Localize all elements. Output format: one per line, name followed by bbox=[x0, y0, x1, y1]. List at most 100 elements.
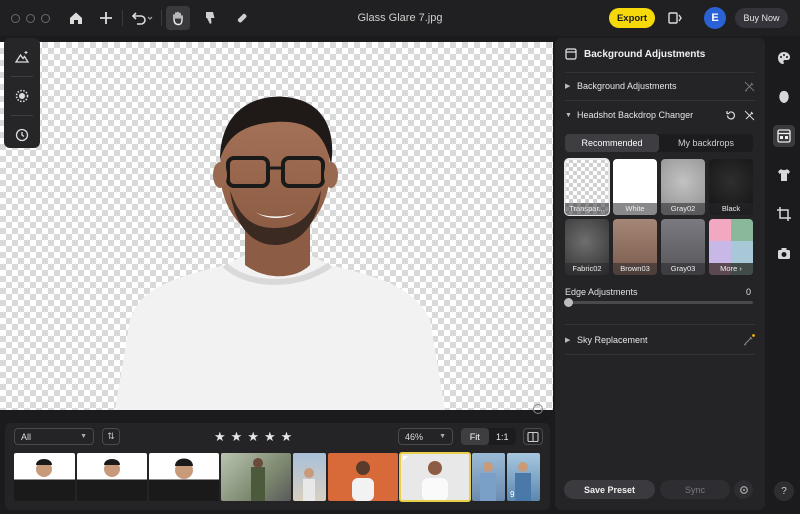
swatch-gray03[interactable]: Gray03 bbox=[661, 219, 705, 275]
help-button[interactable]: ? bbox=[774, 481, 794, 501]
chevron-down-icon: ▼ bbox=[80, 433, 87, 440]
photo-thumbnail-selected[interactable] bbox=[399, 452, 471, 502]
chevron-right-icon: ▶ bbox=[565, 337, 571, 344]
save-preset-button[interactable]: Save Preset bbox=[564, 480, 655, 499]
hand-tool-icon[interactable] bbox=[166, 6, 190, 30]
swatch-more[interactable]: More › bbox=[709, 219, 753, 275]
window-controls bbox=[11, 13, 50, 23]
section-sky-replacement[interactable]: ▶ Sky Replacement bbox=[565, 329, 755, 351]
chevron-right-icon: ▶ bbox=[565, 83, 571, 90]
buy-now-button[interactable]: Buy Now bbox=[735, 8, 788, 28]
photo-thumbnail-stack[interactable]: 9 bbox=[507, 453, 540, 501]
fit-button[interactable]: Fit bbox=[461, 428, 489, 445]
swatch-brown03[interactable]: Brown03 bbox=[613, 219, 657, 275]
zoom-dropdown[interactable]: 46% ▼ bbox=[398, 428, 453, 445]
swatch-label: White bbox=[613, 203, 657, 215]
minimize-window-button[interactable] bbox=[26, 13, 35, 23]
edge-adjustments-slider[interactable] bbox=[564, 298, 753, 307]
sync-button[interactable]: Sync bbox=[660, 480, 730, 499]
swatch-label: Transpar... bbox=[565, 203, 609, 215]
tab-my-backdrops[interactable]: My backdrops bbox=[659, 134, 753, 152]
swatch-transparent[interactable]: Transpar... bbox=[564, 158, 610, 216]
swatch-gray02[interactable]: Gray02 bbox=[661, 159, 705, 215]
swatch-label: Black bbox=[709, 203, 753, 215]
toolbar-divider bbox=[161, 10, 162, 26]
bandage-icon[interactable] bbox=[230, 6, 254, 30]
swatch-label: Gray03 bbox=[661, 263, 705, 275]
swatch-white[interactable]: White bbox=[613, 159, 657, 215]
section-headshot-backdrop[interactable]: ▼ Headshot Backdrop Changer bbox=[565, 104, 755, 126]
star-icon[interactable]: ★ bbox=[247, 428, 259, 445]
history-icon[interactable] bbox=[9, 122, 35, 148]
star-icon[interactable]: ★ bbox=[214, 428, 226, 445]
toolbar-divider bbox=[122, 10, 123, 26]
user-avatar[interactable]: E bbox=[704, 7, 726, 29]
tab-recommended[interactable]: Recommended bbox=[565, 134, 659, 152]
add-icon[interactable] bbox=[94, 6, 118, 30]
photo-thumbnail[interactable] bbox=[221, 453, 291, 501]
sync-settings-icon[interactable] bbox=[734, 480, 753, 499]
one-to-one-button[interactable]: 1:1 bbox=[489, 428, 517, 445]
info-icon[interactable] bbox=[533, 404, 543, 414]
face-retouch-icon[interactable] bbox=[773, 86, 795, 108]
swatch-label: Gray02 bbox=[661, 203, 705, 215]
filter-dropdown[interactable]: All ▼ bbox=[14, 428, 94, 445]
chevron-down-icon: ▼ bbox=[565, 111, 572, 119]
swatch-label: Brown03 bbox=[613, 263, 657, 275]
star-icon[interactable]: ★ bbox=[264, 428, 276, 445]
star-icon[interactable]: ★ bbox=[281, 428, 293, 445]
photo-thumbnail[interactable] bbox=[149, 453, 219, 501]
panel-header: Background Adjustments bbox=[565, 48, 705, 60]
undo-icon[interactable] bbox=[127, 6, 157, 30]
edit-disabled-icon[interactable] bbox=[744, 110, 755, 121]
sort-icon[interactable]: ⇅ bbox=[102, 428, 120, 445]
swatch-black[interactable]: Black bbox=[709, 159, 753, 215]
star-icon[interactable]: ★ bbox=[231, 428, 243, 445]
canvas-tool-palette bbox=[4, 38, 40, 148]
section-label: Sky Replacement bbox=[577, 335, 648, 345]
background-module-icon[interactable] bbox=[773, 125, 795, 147]
swatch-fabric02[interactable]: Fabric02 bbox=[565, 219, 609, 275]
background-panel-icon bbox=[565, 48, 577, 60]
subject-photo bbox=[115, 96, 445, 410]
tool-divider bbox=[11, 76, 33, 77]
section-label: Headshot Backdrop Changer bbox=[577, 110, 694, 120]
dotted-circle-icon[interactable] bbox=[9, 83, 35, 109]
compare-view-icon[interactable] bbox=[523, 428, 543, 445]
photo-thumbnail[interactable] bbox=[328, 453, 398, 501]
image-canvas[interactable] bbox=[0, 42, 553, 410]
chevron-down-icon: ▼ bbox=[439, 433, 446, 440]
dislike-icon[interactable] bbox=[198, 6, 222, 30]
divider bbox=[565, 100, 755, 101]
adjustments-panel: Background Adjustments ▶ Background Adju… bbox=[555, 38, 765, 510]
export-button[interactable]: Export bbox=[609, 8, 655, 28]
camera-icon[interactable] bbox=[773, 242, 795, 264]
backdrop-tabs: Recommended My backdrops bbox=[565, 134, 753, 152]
edit-disabled-icon[interactable] bbox=[744, 81, 755, 92]
share-icon[interactable] bbox=[665, 8, 685, 28]
close-window-button[interactable] bbox=[11, 13, 20, 23]
slider-handle[interactable] bbox=[564, 298, 573, 307]
photo-thumbnail[interactable] bbox=[14, 453, 75, 501]
reset-icon[interactable] bbox=[725, 110, 736, 121]
palette-icon[interactable] bbox=[773, 47, 795, 69]
filmstrip-panel: All ▼ ⇅ ★ ★ ★ ★ ★ 46% ▼ Fit 1:1 9 bbox=[5, 423, 550, 510]
photo-thumbnail[interactable] bbox=[293, 453, 326, 501]
thumbnail-strip: 9 bbox=[14, 452, 540, 502]
app-window: Glass Glare 7.jpg Export E Buy Now All ▼… bbox=[0, 0, 800, 514]
swatch-label: Fabric02 bbox=[565, 263, 609, 275]
zoom-window-button[interactable] bbox=[41, 13, 50, 23]
photo-thumbnail[interactable] bbox=[472, 453, 505, 501]
home-icon[interactable] bbox=[64, 6, 88, 30]
rating-stars: ★ ★ ★ ★ ★ bbox=[214, 428, 292, 445]
stack-count-badge: 9 bbox=[510, 490, 515, 499]
clothing-icon[interactable] bbox=[773, 164, 795, 186]
edit-icon[interactable] bbox=[743, 334, 755, 346]
chevron-right-icon: › bbox=[739, 264, 742, 273]
divider bbox=[565, 354, 755, 355]
section-background-adjustments[interactable]: ▶ Background Adjustments bbox=[565, 75, 755, 97]
photo-thumbnail[interactable] bbox=[77, 453, 147, 501]
crop-icon[interactable] bbox=[773, 203, 795, 225]
section-label: Background Adjustments bbox=[577, 81, 677, 91]
mountain-adjust-icon[interactable] bbox=[9, 44, 35, 70]
